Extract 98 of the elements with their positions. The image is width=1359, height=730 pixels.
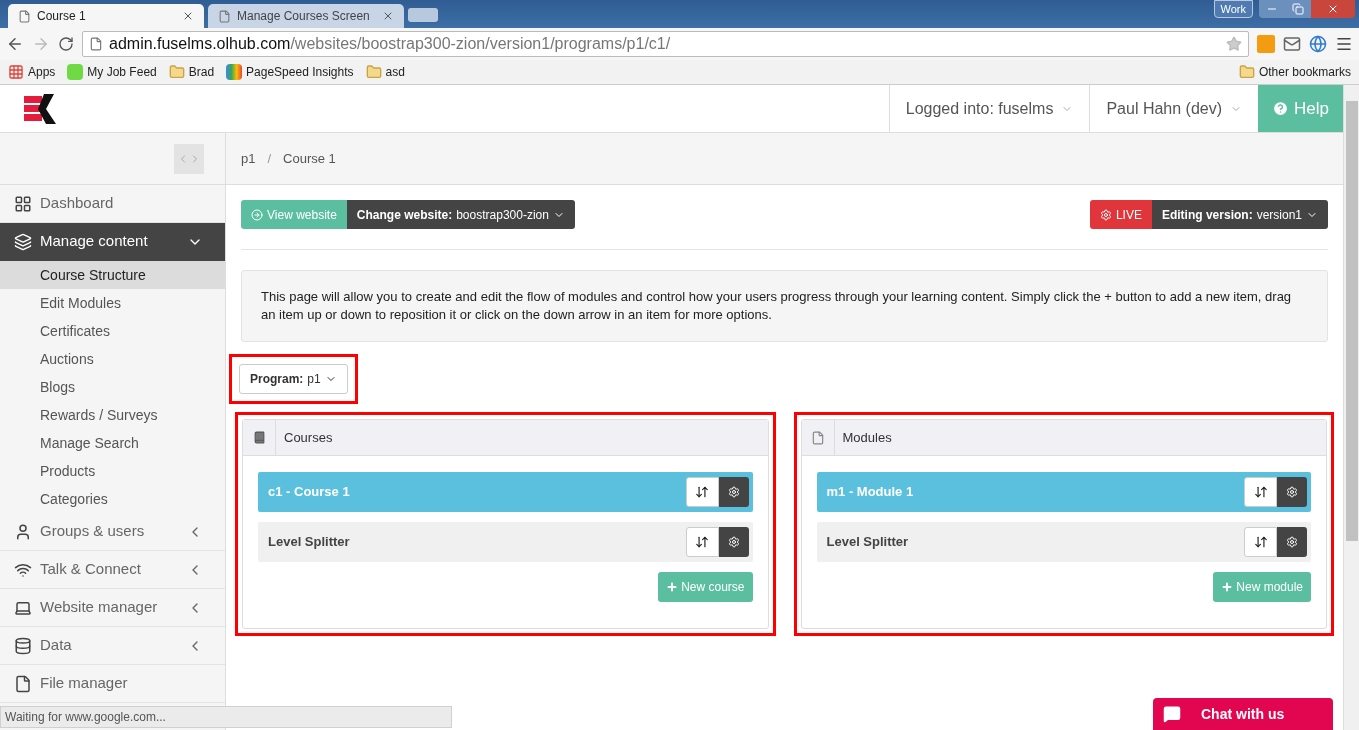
sidebar-toggle-button[interactable] — [174, 143, 204, 174]
settings-button[interactable] — [1277, 477, 1307, 507]
program-dropdown[interactable]: Program: p1 — [239, 364, 348, 394]
breadcrumb-separator: / — [267, 149, 272, 168]
sidebar-item[interactable]: Talk & Connect — [0, 551, 225, 589]
user-icon — [14, 522, 32, 541]
close-icon[interactable] — [382, 10, 394, 22]
scrollbar[interactable] — [1343, 85, 1359, 730]
sort-arrows-icon — [1253, 535, 1268, 549]
sidebar-subitem[interactable]: Manage Search — [0, 429, 225, 457]
settings-button[interactable] — [1277, 527, 1307, 557]
document-icon — [14, 674, 32, 693]
info-text: This page will allow you to create and edit the flow of modules and control how your users progress through your learning content. Simply click the + button to add a new item, drag an item up or down to reposition it or click on the down arrow in an item for more options. — [241, 270, 1328, 342]
chat-button[interactable]: Chat with us — [1153, 698, 1333, 730]
sidebar-item[interactable]: Groups & users — [0, 513, 225, 551]
profile-badge[interactable]: Work — [1213, 0, 1253, 18]
tab-title: Course 1 — [37, 8, 87, 25]
bookmark-link[interactable]: Apps — [28, 63, 56, 81]
settings-icon — [1286, 486, 1298, 498]
scroll-thumb[interactable] — [1345, 101, 1358, 541]
settings-button[interactable] — [718, 477, 749, 507]
pagespeed-chevrons-icon — [226, 64, 243, 80]
item-label: m1 - Module 1 — [826, 483, 915, 502]
reorder-button[interactable] — [685, 477, 719, 507]
sidebar-subitem[interactable]: Categories — [0, 485, 225, 513]
item-label: Level Splitter — [826, 533, 910, 552]
folder-icon — [365, 64, 382, 80]
globe-icon[interactable] — [1309, 35, 1327, 53]
breadcrumb-link[interactable]: p1 — [241, 148, 256, 169]
plus-icon — [666, 581, 679, 593]
bookmark-link[interactable]: My Job Feed — [87, 63, 157, 81]
sidebar-item[interactable]: File manager — [0, 665, 225, 703]
browser-tab[interactable]: Manage Courses Screen — [208, 4, 404, 28]
gear-icon — [1099, 208, 1112, 221]
sidebar-item[interactable]: Website manager — [0, 589, 225, 627]
reload-icon[interactable] — [58, 36, 74, 52]
folder-icon — [1238, 64, 1255, 80]
back-icon[interactable] — [6, 35, 24, 53]
change-website-dropdown[interactable]: Change website: boostrap300-zion — [346, 200, 575, 229]
editing-version-dropdown[interactable]: Editing version: version1 — [1151, 200, 1328, 229]
close-icon — [1327, 3, 1339, 15]
star-icon[interactable] — [1226, 36, 1242, 52]
bookmark-link[interactable]: PageSpeed Insights — [246, 63, 354, 81]
tab-title: Manage Courses Screen — [237, 8, 371, 25]
status-bubble: Waiting for www.google.com... — [0, 706, 452, 728]
panel-title: Courses — [283, 428, 333, 447]
browser-tab[interactable]: Course 1 — [8, 4, 204, 28]
address-field[interactable]: admin.fuselms.olhub.com/websites/boostrap300-zion/version1/programs/p1/c1/ — [82, 31, 1249, 57]
settings-button[interactable] — [718, 527, 749, 557]
bookmark-link[interactable]: asd — [385, 63, 405, 81]
page-icon — [218, 9, 231, 23]
close-icon[interactable] — [182, 10, 194, 22]
sidebar-item[interactable]: Manage content — [0, 223, 225, 261]
sidebar-subitem[interactable]: Course Structure — [0, 261, 225, 289]
chat-bubble-icon — [1163, 705, 1181, 723]
grid-icon — [14, 194, 32, 213]
reorder-button[interactable] — [1244, 527, 1277, 557]
structure-item[interactable]: Level Splitter — [816, 522, 1311, 562]
settings-icon — [727, 536, 740, 548]
upwork-badge-icon — [67, 64, 84, 80]
item-label: Level Splitter — [268, 533, 351, 552]
plus-icon — [1221, 581, 1234, 593]
restore-icon — [1292, 3, 1304, 15]
sidebar-subitem[interactable]: Auctions — [0, 345, 225, 373]
database-icon — [14, 636, 32, 655]
settings-icon — [1286, 536, 1298, 548]
sidebar-subitem[interactable]: Certificates — [0, 317, 225, 345]
reorder-button[interactable] — [1244, 477, 1277, 507]
sort-arrows-icon — [695, 535, 709, 549]
structure-item[interactable]: Level Splitter — [258, 522, 753, 562]
live-button[interactable]: LIVE — [1089, 200, 1152, 229]
sidebar-subitem[interactable]: Products — [0, 457, 225, 485]
settings-icon — [727, 486, 740, 498]
apps-grid-icon — [8, 64, 24, 80]
breadcrumb-link[interactable]: Course 1 — [283, 148, 336, 169]
arrow-circle-icon — [251, 208, 263, 221]
sort-arrows-icon — [695, 485, 709, 499]
panel-title: Modules — [841, 428, 892, 447]
account-dropdown[interactable]: Logged into: fuselms — [888, 85, 1090, 132]
layers-icon — [14, 232, 32, 251]
sidebar-subitem[interactable]: Blogs — [0, 373, 225, 401]
book-icon — [252, 431, 266, 444]
page-icon — [18, 9, 31, 23]
sort-arrows-icon — [1253, 485, 1268, 499]
logo-icon[interactable] — [24, 93, 56, 124]
bookmark-link[interactable]: Brad — [188, 63, 215, 81]
reorder-button[interactable] — [685, 527, 719, 557]
document-icon — [810, 430, 825, 445]
help-icon — [1272, 100, 1290, 117]
menu-icon[interactable] — [1335, 35, 1353, 53]
sidebar-subitem[interactable]: Rewards / Surveys — [0, 401, 225, 429]
page-icon — [89, 37, 103, 51]
folder-icon — [168, 64, 185, 80]
sidebar-item[interactable]: Data — [0, 627, 225, 665]
bookmark-link[interactable]: Other bookmarks — [1258, 63, 1351, 81]
mail-icon[interactable] — [1283, 35, 1301, 53]
sidebar-subitem[interactable]: Edit Modules — [0, 289, 225, 317]
item-label: c1 - Course 1 — [268, 483, 351, 502]
